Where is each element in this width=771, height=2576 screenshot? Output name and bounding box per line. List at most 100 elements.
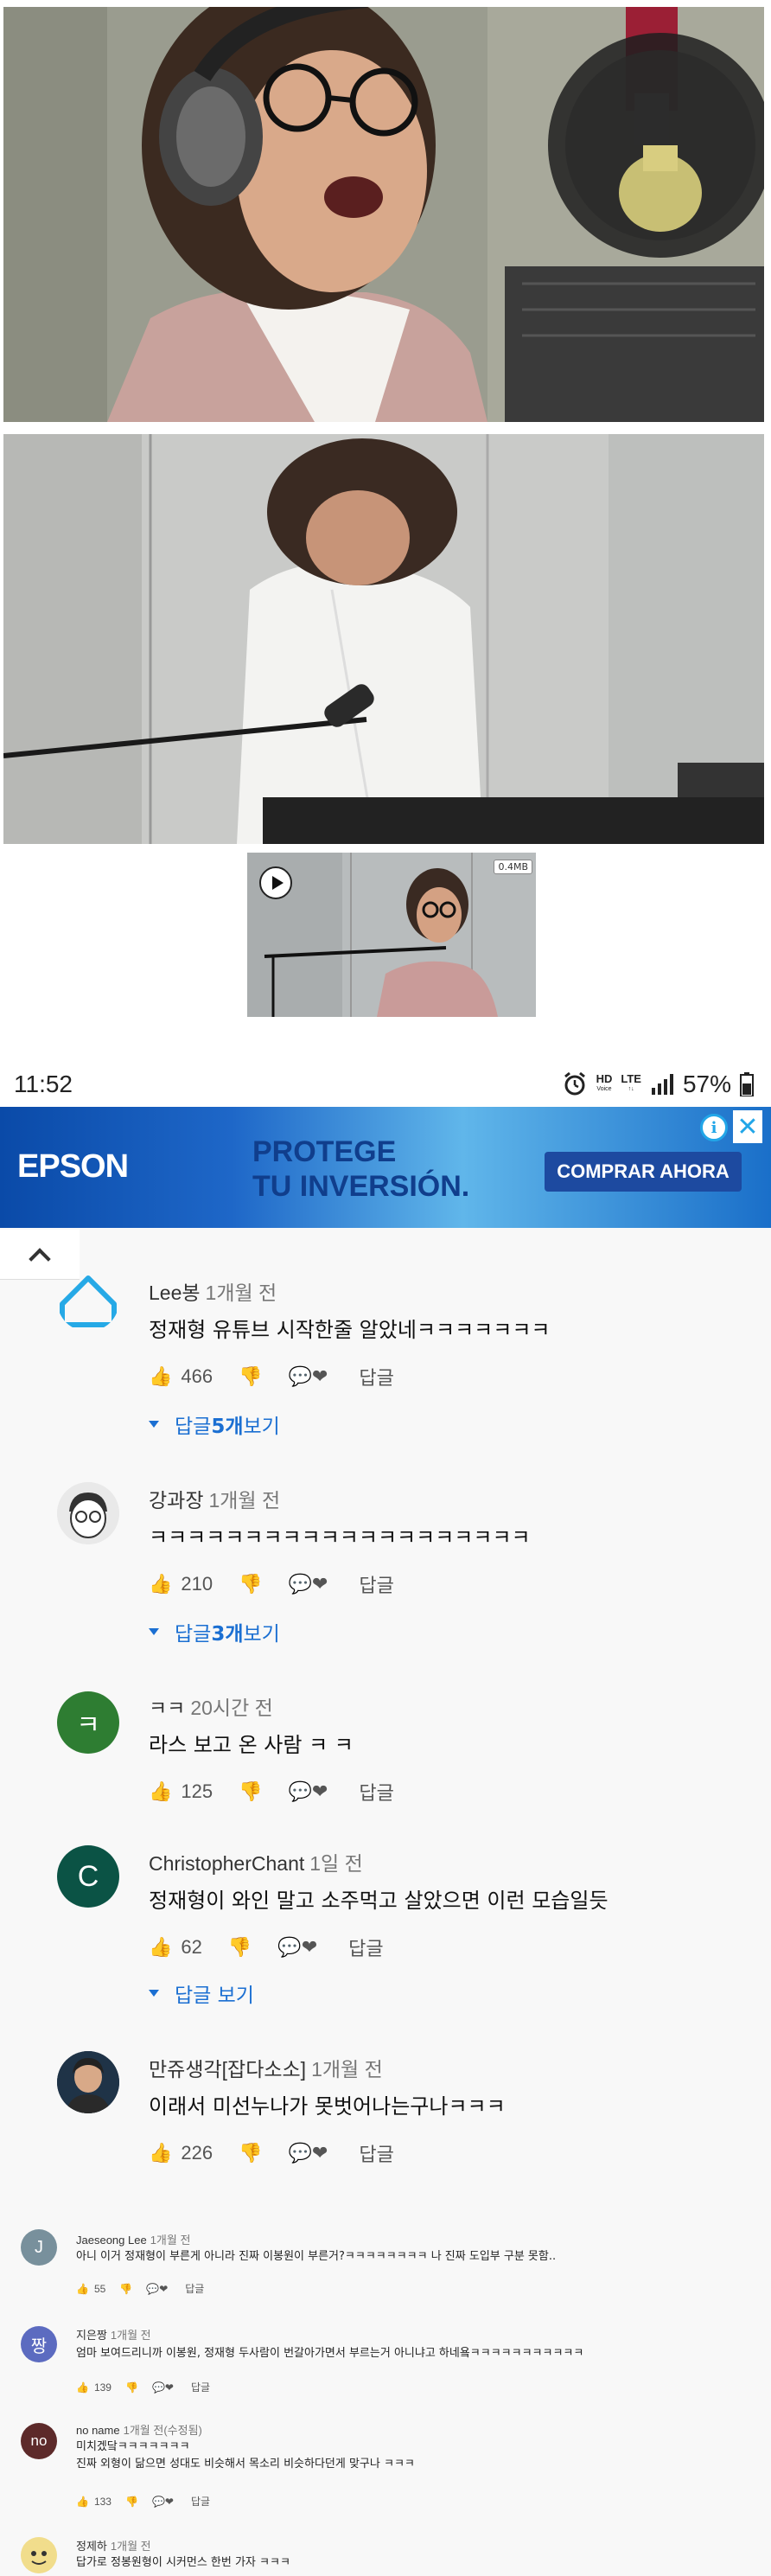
play-icon (271, 876, 284, 890)
comment-text: 라스 보고 온 사람 ㅋ ㅋ (149, 1733, 354, 1757)
gif-thumbnail[interactable]: 0.4MB (247, 853, 536, 1017)
ad-close-icon[interactable]: ✕ (733, 1110, 762, 1143)
avatar[interactable] (57, 1269, 119, 1332)
creator-heart-icon: 💬❤ (288, 1780, 328, 1802)
avatar[interactable]: C (57, 1845, 119, 1908)
comment-header: no name 1개월 전(수정됨) (76, 2421, 202, 2438)
like-icon[interactable]: 👍 (149, 1365, 172, 1388)
comment-author[interactable]: Lee봉 (149, 1282, 201, 1304)
comment-actions: 👍 139 👎 💬❤ 답글 (76, 2380, 210, 2394)
comment-author[interactable]: 강과장 (149, 1489, 203, 1512)
comment-header: 지은짱 1개월 전 (76, 2326, 151, 2343)
dislike-icon[interactable]: 👎 (119, 2283, 132, 2295)
dislike-icon[interactable]: 👎 (239, 1365, 262, 1388)
ad-headline-line2: TU INVERSIÓN. (252, 1170, 470, 1203)
ad-banner[interactable]: EPSON PROTEGE TU INVERSIÓN. COMPRAR AHOR… (0, 1107, 771, 1228)
comment-header: Jaeseong Lee 1개월 전 (76, 2231, 190, 2247)
comment-author[interactable]: Jaeseong Lee (76, 2234, 147, 2247)
comment-header: 정제하 1개월 전 (76, 2537, 151, 2554)
comment-author[interactable]: no name (76, 2424, 120, 2437)
cartoon-avatar-icon (57, 1482, 119, 1544)
hd-label: HD (596, 1072, 613, 1085)
comment-header: 강과장 1개월 전 (149, 1484, 280, 1513)
reply-button[interactable]: 답글 (359, 2139, 393, 2167)
reply-button[interactable]: 답글 (185, 2281, 204, 2296)
chevron-up-icon (29, 1247, 51, 1270)
dislike-icon[interactable]: 👎 (125, 2496, 138, 2508)
comment-time: 1일 전 (309, 1852, 363, 1875)
comment-time: 1개월 전 (110, 2329, 151, 2342)
like-icon[interactable]: 👍 (76, 2496, 89, 2508)
collapse-button[interactable] (0, 1230, 80, 1280)
comment-text: 아니 이거 정재형이 부른게 아니라 진짜 이봉원이 부른거?ㅋㅋㅋㅋㅋㅋㅋㅋ … (76, 2250, 557, 2263)
reply-button[interactable]: 답글 (359, 1570, 393, 1598)
like-icon[interactable]: 👍 (76, 2381, 89, 2394)
creator-heart-icon: 💬❤ (288, 1365, 328, 1387)
comment-time: 1개월 전 (311, 2058, 383, 2081)
like-icon[interactable]: 👍 (149, 1936, 172, 1959)
comment-text-line1: 미치겠닼ㅋㅋㅋㅋㅋㅋㅋ (76, 2440, 190, 2453)
comment-header: Lee봉 1개월 전 (149, 1276, 277, 1306)
like-icon[interactable]: 👍 (149, 1573, 172, 1595)
creator-heart-icon: 💬❤ (146, 2282, 169, 2295)
avatar[interactable] (57, 2051, 119, 2113)
dislike-icon[interactable]: 👎 (239, 1573, 262, 1595)
comment-actions: 👍 226 👎 💬❤ 답글 (149, 2139, 394, 2167)
singer-keyboard-photo (3, 434, 764, 844)
page-root: 0.4MB 11:52 HD Voice LTE ↑↓ 57% EPSON PR… (0, 0, 771, 2576)
lte-indicator: LTE ↑↓ (621, 1072, 641, 1092)
signal-icon (651, 1074, 673, 1095)
status-time: 11:52 (14, 1071, 73, 1097)
dislike-icon[interactable]: 👎 (239, 1780, 262, 1803)
singer-studio-photo (3, 7, 764, 422)
reply-button[interactable]: 답글 (359, 1363, 393, 1390)
comment-text: 정재형 유튜브 시작한줄 알았네ㅋㅋㅋㅋㅋㅋㅋ (149, 1318, 551, 1342)
reply-button[interactable]: 답글 (191, 2494, 210, 2509)
view-replies-link[interactable]: 답글 5개 보기 (149, 1409, 280, 1439)
comment-text: 엄마 보여드리니까 이봉원, 정재형 두사람이 번갈아가면서 부르는거 아니냐고… (76, 2347, 584, 2360)
avatar[interactable]: 짱 (21, 2326, 57, 2362)
comment-header: ㅋㅋ 20시간 전 (149, 1691, 273, 1721)
creator-heart-icon: 💬❤ (288, 2142, 328, 2164)
comment-text: 정재형이 와인 말고 소주먹고 살았으면 이런 모습일듯 (149, 1889, 609, 1913)
battery-percent: 57% (682, 1071, 731, 1097)
avatar[interactable] (21, 2537, 57, 2573)
file-size-badge: 0.4MB (494, 860, 532, 874)
ad-cta-button[interactable]: COMPRAR AHORA (545, 1152, 742, 1192)
reply-button[interactable]: 답글 (359, 1778, 393, 1806)
like-icon[interactable]: 👍 (149, 2142, 172, 2164)
like-icon[interactable]: 👍 (76, 2283, 89, 2295)
battery-icon (740, 1072, 754, 1096)
comment-author[interactable]: ㅋㅋ (149, 1697, 185, 1719)
comment-author[interactable]: 지은짱 (76, 2329, 107, 2342)
hd-voice-indicator: HD Voice (596, 1072, 613, 1095)
dislike-icon[interactable]: 👎 (228, 1936, 252, 1959)
dislike-icon[interactable]: 👎 (239, 2142, 262, 2164)
reply-button[interactable]: 답글 (191, 2380, 210, 2394)
avatar[interactable]: no (21, 2423, 57, 2459)
like-icon[interactable]: 👍 (149, 1780, 172, 1803)
reply-button[interactable]: 답글 (348, 1934, 383, 1961)
status-icons: HD Voice LTE ↑↓ 57% (562, 1071, 754, 1098)
comment-time: 20시간 전 (190, 1697, 273, 1719)
like-count: 226 (181, 2142, 213, 2164)
comment-author[interactable]: 만쥬생각[잡다소소] (149, 2058, 306, 2081)
dislike-icon[interactable]: 👎 (125, 2381, 138, 2394)
like-count: 125 (181, 1780, 213, 1802)
status-bar: 11:52 HD Voice LTE ↑↓ 57% (0, 1062, 771, 1105)
ad-info-icon[interactable]: i (700, 1114, 728, 1141)
avatar[interactable]: J (21, 2229, 57, 2266)
like-count: 62 (181, 1936, 202, 1958)
comment-author[interactable]: ChristopherChant (149, 1852, 304, 1875)
profile-photo-icon (57, 2051, 119, 2113)
caret-down-icon (149, 1628, 159, 1635)
play-button[interactable] (259, 866, 292, 899)
view-replies-link[interactable]: 답글 3개 보기 (149, 1617, 280, 1646)
view-replies-link[interactable]: 답글 보기 (149, 1978, 254, 2008)
avatar[interactable] (57, 1482, 119, 1544)
comment-time: 1개월 전 (110, 2540, 151, 2553)
comment-author[interactable]: 정제하 (76, 2540, 107, 2553)
avatar[interactable]: ㅋ (57, 1691, 119, 1754)
like-count: 139 (93, 2381, 112, 2394)
comment-actions: 👍 466 👎 💬❤ 답글 (149, 1363, 394, 1390)
